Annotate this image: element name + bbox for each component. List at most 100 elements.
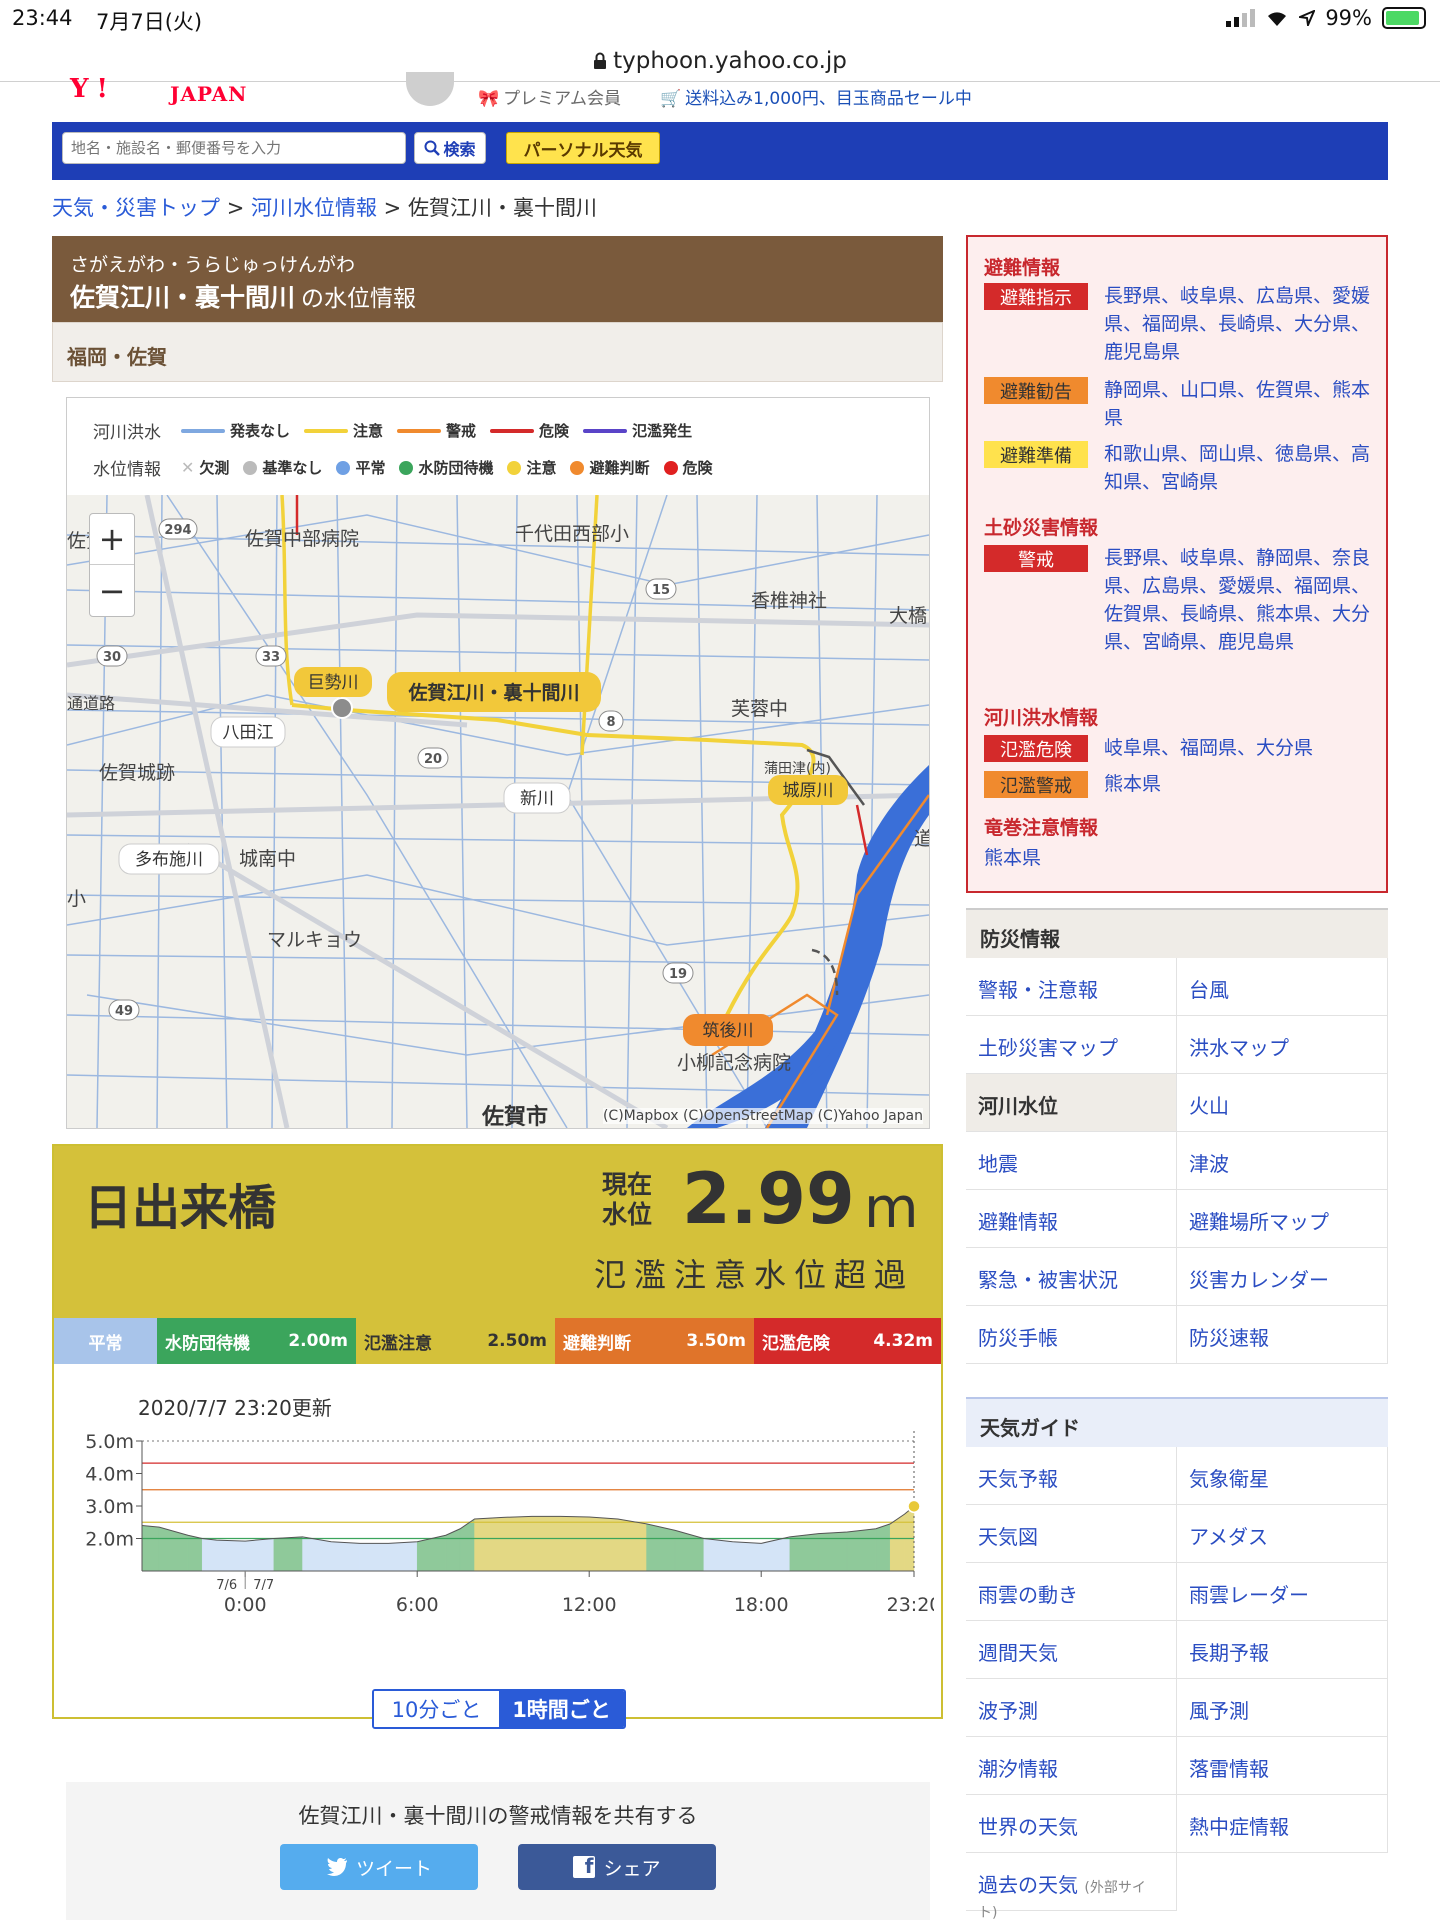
map-label-fuyo: 芙蓉中 — [731, 698, 788, 720]
menu-item[interactable]: アメダス — [1177, 1505, 1388, 1563]
cart-icon: 🛒 — [660, 89, 682, 109]
alert-prefs[interactable]: 熊本県 — [1104, 770, 1374, 798]
level-area-segment — [388, 1541, 418, 1572]
level-area-segment — [244, 1538, 275, 1572]
status-bar: 23:44 7月7日(火) 99% — [0, 0, 1440, 38]
search-button[interactable]: 検索 — [414, 132, 486, 164]
x-tick-label: 0:00 — [224, 1594, 267, 1616]
x-tick-label: 23:20 — [887, 1594, 934, 1616]
alert-badge: 氾濫危険 — [984, 735, 1088, 762]
route-badge: 15 — [652, 583, 670, 598]
premium-link[interactable]: 🎀 プレミアム会員 — [478, 84, 621, 109]
map-label-castle: 佐賀城跡 — [99, 762, 175, 784]
level-area-segment — [474, 1517, 504, 1572]
evac-title: 避難情報 — [984, 257, 1061, 279]
y-tick-label: 4.0m — [85, 1464, 134, 1486]
date-label-right: 7/7 — [253, 1578, 274, 1593]
menu-item[interactable]: 熱中症情報 — [1177, 1795, 1388, 1853]
map-canvas[interactable]: 佐賀中部病院 千代田西部小 香椎神社 大橋 通道路 佐賀城跡 芙蓉中 蒲田津(内… — [67, 495, 929, 1128]
alert-prefs[interactable]: 岐阜県、福岡県、大分県 — [1104, 734, 1374, 762]
breadcrumb: 天気・災害トップ > 河川水位情報 > 佐賀江川・裏十間川 — [52, 196, 597, 220]
search-input[interactable] — [62, 132, 406, 164]
menu-item[interactable]: 雨雲レーダー — [1177, 1563, 1388, 1621]
menu-item[interactable]: 長期予報 — [1177, 1621, 1388, 1679]
level-legend: 水位情報 ✕ 欠測 基準なし 平常 水防団待機 注意 避難判断 危険 — [93, 458, 713, 480]
interval-toggle: 10分ごと 1時間ごと — [372, 1689, 626, 1729]
menu-item[interactable]: 防災手帳 — [966, 1306, 1177, 1364]
zoom-control: + − — [89, 513, 135, 617]
route-badge: 49 — [115, 1004, 133, 1019]
menu-item[interactable]: 波予測 — [966, 1679, 1177, 1737]
zoom-in-button[interactable]: + — [90, 514, 134, 565]
alert-prefs[interactable]: 長野県、岐阜県、広島県、愛媛県、福岡県、長崎県、大分県、鹿児島県 — [1104, 282, 1374, 366]
facebook-share-button[interactable]: f シェア — [518, 1844, 716, 1890]
current-level-value: 2.99 — [682, 1158, 855, 1240]
river-label-current[interactable]: 佐賀江川・裏十間川 — [407, 681, 579, 704]
toggle-10min[interactable]: 10分ごと — [374, 1691, 499, 1727]
menu-item[interactable]: 地震 — [966, 1132, 1177, 1190]
menu-item[interactable]: 過去の天気 (外部サイト) — [966, 1853, 1177, 1921]
menu-item[interactable]: 天気予報 — [966, 1447, 1177, 1505]
menu-item[interactable]: 防災速報 — [1177, 1306, 1388, 1364]
zoom-out-button[interactable]: − — [90, 565, 134, 616]
battery-percent: 99% — [1325, 6, 1372, 30]
menu-item[interactable]: 潮汐情報 — [966, 1737, 1177, 1795]
river-label-chikugo[interactable]: 筑後川 — [703, 1021, 754, 1041]
alerts-panel: 避難情報 避難指示 長野県、岐阜県、広島県、愛媛県、福岡県、長崎県、大分県、鹿児島… — [966, 235, 1388, 893]
menu-item[interactable]: 土砂災害マップ — [966, 1016, 1177, 1074]
alert-prefs[interactable]: 静岡県、山口県、佐賀県、熊本県 — [1104, 376, 1374, 432]
menu-item[interactable]: 週間天気 — [966, 1621, 1177, 1679]
scale-normal: 平常 — [54, 1318, 157, 1364]
menu-item-selected[interactable]: 河川水位 — [966, 1074, 1177, 1132]
disaster-info-title: 防災情報 — [966, 908, 1388, 958]
alert-prefs[interactable]: 熊本県 — [984, 844, 1254, 872]
river-header: さがえがわ・うらじゅっけんがわ 佐賀江川・裏十間川 の水位情報 — [52, 236, 943, 322]
river-label-koseki[interactable]: 巨勢川 — [308, 673, 359, 693]
menu-item[interactable]: 津波 — [1177, 1132, 1388, 1190]
menu-item[interactable]: 世界の天気 — [966, 1795, 1177, 1853]
current-level-label: 現在 水位 — [602, 1170, 653, 1229]
river-label-shinkawa[interactable]: 新川 — [520, 789, 554, 809]
menu-item[interactable]: 火山 — [1177, 1074, 1388, 1132]
avatar[interactable] — [406, 72, 454, 106]
map-label-jonan: 城南中 — [239, 848, 296, 870]
menu-item[interactable]: 落雷情報 — [1177, 1737, 1388, 1795]
tweet-button[interactable]: ツイート — [280, 1844, 478, 1890]
flood-title: 河川洪水情報 — [984, 707, 1099, 729]
level-area-segment — [216, 1539, 246, 1572]
river-label-tafuse[interactable]: 多布施川 — [135, 850, 203, 870]
alert-badge: 氾濫警戒 — [984, 771, 1088, 798]
menu-item[interactable]: 風予測 — [1177, 1679, 1388, 1737]
menu-item[interactable]: 洪水マップ — [1177, 1016, 1388, 1074]
menu-item[interactable]: 気象衛星 — [1177, 1447, 1388, 1505]
wifi-icon — [1268, 12, 1287, 26]
menu-item[interactable]: 雨雲の動き — [966, 1563, 1177, 1621]
alert-prefs[interactable]: 和歌山県、岡山県、徳島県、高知県、宮崎県 — [1104, 440, 1374, 496]
menu-item[interactable]: 警報・注意報 — [966, 958, 1177, 1016]
river-label-hatae[interactable]: 八田江 — [223, 723, 274, 743]
address-bar[interactable]: typhoon.yahoo.co.jp — [0, 36, 1440, 82]
river-label-jobaru[interactable]: 城原川 — [783, 781, 834, 801]
menu-item[interactable]: 天気図 — [966, 1505, 1177, 1563]
page-title: 佐賀江川・裏十間川 の水位情報 — [70, 283, 417, 312]
menu-item[interactable]: 災害カレンダー — [1177, 1248, 1388, 1306]
menu-item[interactable]: 避難場所マップ — [1177, 1190, 1388, 1248]
region-label: 福岡・佐賀 — [52, 322, 943, 382]
sale-link[interactable]: 🛒 送料込み1,000円、目玉商品セール中 — [660, 84, 972, 109]
menu-item[interactable]: 避難情報 — [966, 1190, 1177, 1248]
map-label-edge: 道 — [914, 828, 929, 850]
personal-weather-button[interactable]: パーソナル天気 — [506, 132, 660, 164]
menu-item[interactable]: 緊急・被害状況 — [966, 1248, 1177, 1306]
river-map[interactable]: 佐賀中部病院 千代田西部小 香椎神社 大橋 通道路 佐賀城跡 芙蓉中 蒲田津(内… — [67, 495, 929, 1128]
map-label-shrine: 香椎神社 — [751, 590, 827, 612]
menu-item[interactable]: 台風 — [1177, 958, 1388, 1016]
alert-prefs[interactable]: 長野県、岐阜県、静岡県、奈良県、広島県、愛媛県、福岡県、佐賀県、長崎県、熊本県、… — [1104, 544, 1374, 656]
breadcrumb-river-level[interactable]: 河川水位情報 — [251, 196, 377, 220]
breadcrumb-home[interactable]: 天気・災害トップ — [52, 196, 220, 220]
alert-row: 警戒 長野県、岐阜県、静岡県、奈良県、広島県、愛媛県、福岡県、佐賀県、長崎県、熊本… — [984, 545, 1374, 656]
level-area-segment — [502, 1516, 533, 1572]
scale-standby: 水防団待機 2.00m — [157, 1318, 356, 1364]
level-status: 氾濫注意水位超過 — [594, 1256, 915, 1294]
alert-row: 避難指示 長野県、岐阜県、広島県、愛媛県、福岡県、長崎県、大分県、鹿児島県 — [984, 283, 1374, 366]
toggle-1hour[interactable]: 1時間ごと — [499, 1691, 624, 1727]
